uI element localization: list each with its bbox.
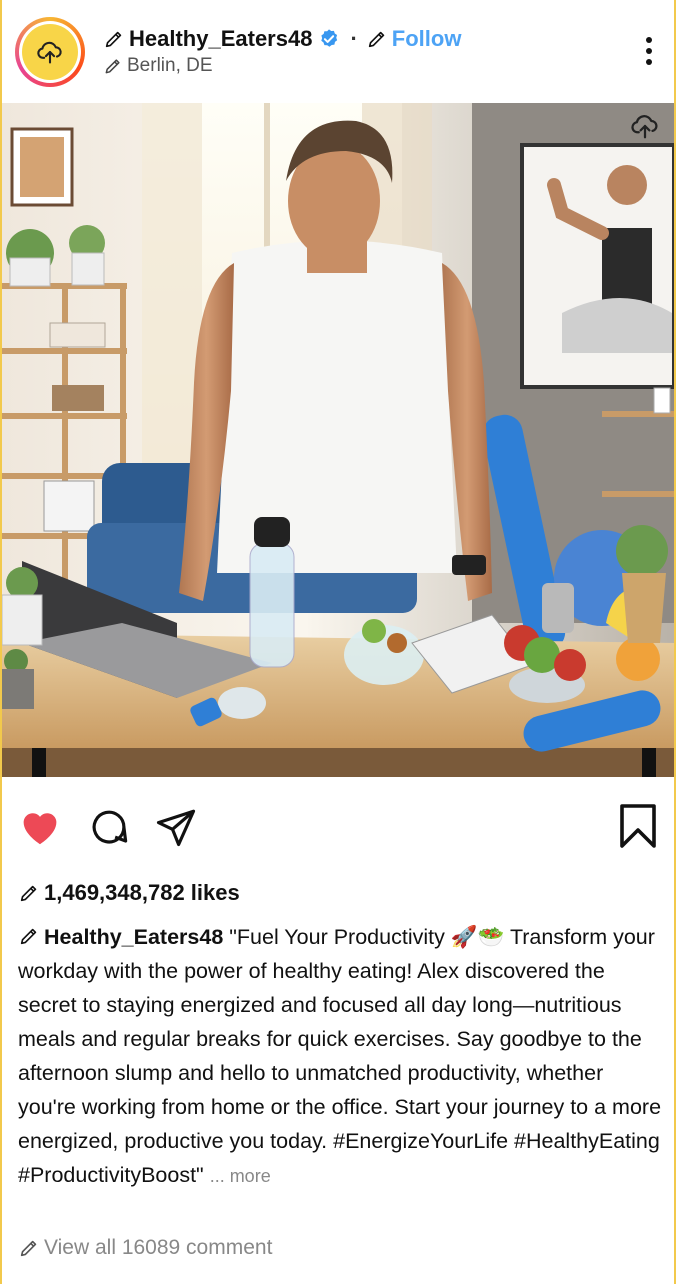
more-link[interactable]: ... more xyxy=(210,1166,271,1186)
pencil-icon[interactable] xyxy=(103,28,125,50)
post-card: Healthy_Eaters48 · Follow Berlin, DE 1,4… xyxy=(0,0,676,1284)
pencil-icon[interactable] xyxy=(18,1237,40,1259)
view-comments-link[interactable]: View all 16089 comment xyxy=(44,1236,272,1260)
bookmark-icon[interactable] xyxy=(618,804,658,848)
pencil-icon[interactable] xyxy=(103,56,123,76)
action-bar xyxy=(2,800,674,850)
follow-button[interactable]: Follow xyxy=(392,26,462,52)
likes-count[interactable]: 1,469,348,782 likes xyxy=(44,880,240,906)
separator-dot: · xyxy=(350,26,358,51)
verified-badge-icon xyxy=(321,29,338,47)
avatar[interactable] xyxy=(15,17,85,87)
username[interactable]: Healthy_Eaters48 xyxy=(129,26,312,52)
pencil-icon[interactable] xyxy=(18,882,40,904)
post-image[interactable] xyxy=(2,103,674,777)
location-label[interactable]: Berlin, DE xyxy=(127,55,213,77)
location-row: Berlin, DE xyxy=(103,55,213,77)
comments-row: View all 16089 comment xyxy=(18,1236,272,1260)
username-row: Healthy_Eaters48 · Follow xyxy=(103,25,461,53)
send-icon[interactable] xyxy=(154,806,198,848)
post-header: Healthy_Eaters48 · Follow Berlin, DE xyxy=(2,0,674,103)
post-photo-illustration xyxy=(2,103,674,777)
upload-cloud-icon[interactable] xyxy=(630,111,660,141)
likes-row: 1,469,348,782 likes xyxy=(18,880,240,906)
caption-username[interactable]: Healthy_Eaters48 xyxy=(44,925,223,949)
pencil-icon[interactable] xyxy=(366,28,388,50)
caption-text: "Fuel Your Productivity 🚀🥗 Transform you… xyxy=(18,925,662,1187)
heart-icon[interactable] xyxy=(18,806,62,846)
upload-cloud-icon xyxy=(37,41,62,64)
comment-icon[interactable] xyxy=(88,806,130,848)
more-vertical-icon[interactable] xyxy=(642,37,656,69)
caption: Healthy_Eaters48 "Fuel Your Productivity… xyxy=(18,920,664,1193)
pencil-icon[interactable] xyxy=(18,925,40,947)
